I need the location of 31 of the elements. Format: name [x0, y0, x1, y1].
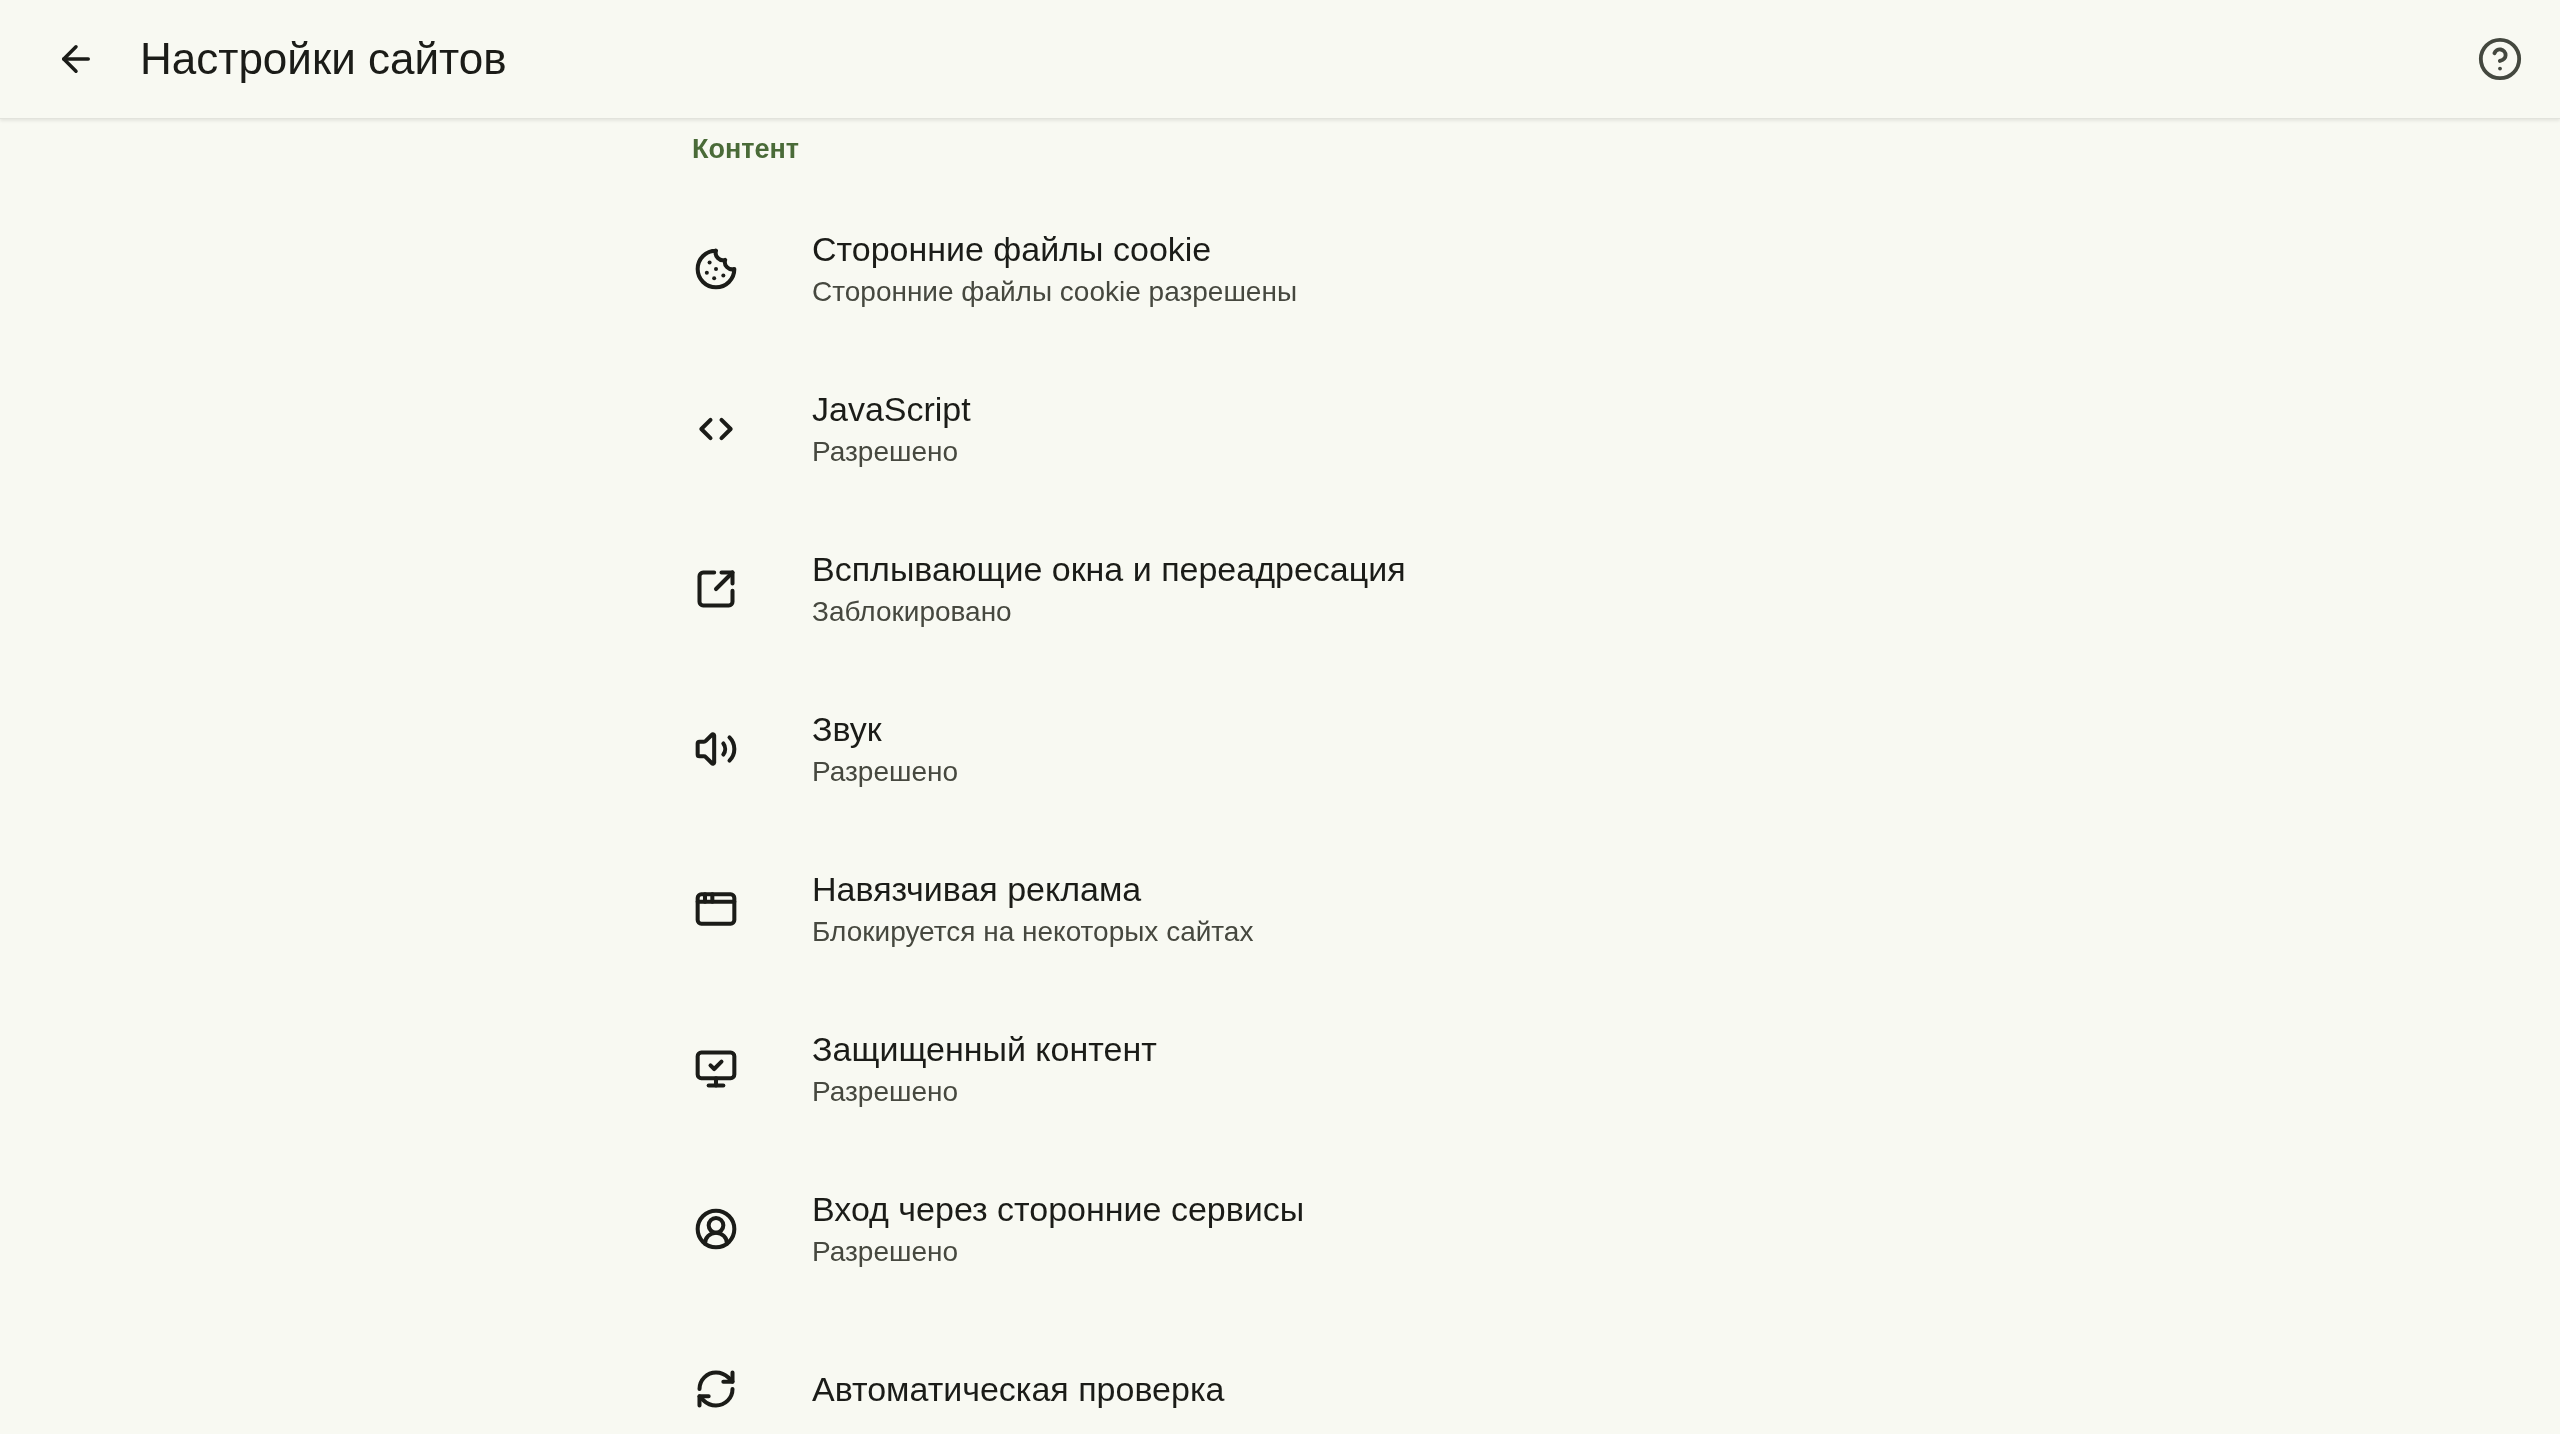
section-header: Контент [692, 134, 800, 164]
settings-item[interactable]: Звук Разрешено [692, 669, 1892, 829]
item-title: Автоматическая проверка [812, 1369, 1225, 1410]
item-subtitle: Сторонние файлы cookie разрешены [812, 275, 1297, 309]
item-subtitle: Заблокировано [812, 595, 1013, 629]
item-title: Всплывающие окна и переадресация [812, 549, 1406, 590]
item-subtitle: Блокируется на некоторых сайтах [812, 915, 1254, 949]
settings-item[interactable]: Защищенный контент Разрешено [692, 989, 1892, 1149]
monitor-check-icon [694, 1047, 738, 1091]
user-circle-icon [694, 1207, 738, 1251]
external-link-icon [694, 567, 738, 611]
settings-item[interactable]: Всплывающие окна и переадресация Заблокировано [692, 509, 1892, 669]
item-title: Защищенный контент [812, 1029, 1157, 1070]
item-subtitle: Разрешено [812, 435, 960, 469]
item-title: Звук [812, 709, 883, 750]
item-subtitle: Разрешено [812, 755, 959, 789]
item-title: Вход через сторонние сервисы [812, 1189, 1305, 1230]
item-title: Сторонние файлы cookie [812, 229, 1213, 270]
item-title: JavaScript [812, 389, 971, 430]
help-icon [2477, 36, 2523, 82]
cookie-icon [694, 247, 738, 291]
settings-item[interactable]: Сторонние файлы cookie Сторонние файлы cookie разрешены [692, 189, 1892, 349]
settings-item[interactable]: Навязчивая реклама Блокируется на некоторых сайтах [692, 829, 1892, 989]
item-subtitle: Разрешено [812, 1075, 960, 1109]
settings-item[interactable]: Автоматическая проверка [692, 1309, 1892, 1434]
settings-item[interactable]: Вход через сторонние сервисы Разрешено [692, 1149, 1892, 1309]
item-subtitle: Разрешено [812, 1235, 960, 1269]
settings-item[interactable]: JavaScript Разрешено [692, 349, 1892, 509]
refresh-icon [694, 1367, 738, 1411]
page-title: Настройки сайтов [140, 33, 507, 85]
item-title: Навязчивая реклама [812, 869, 1143, 910]
